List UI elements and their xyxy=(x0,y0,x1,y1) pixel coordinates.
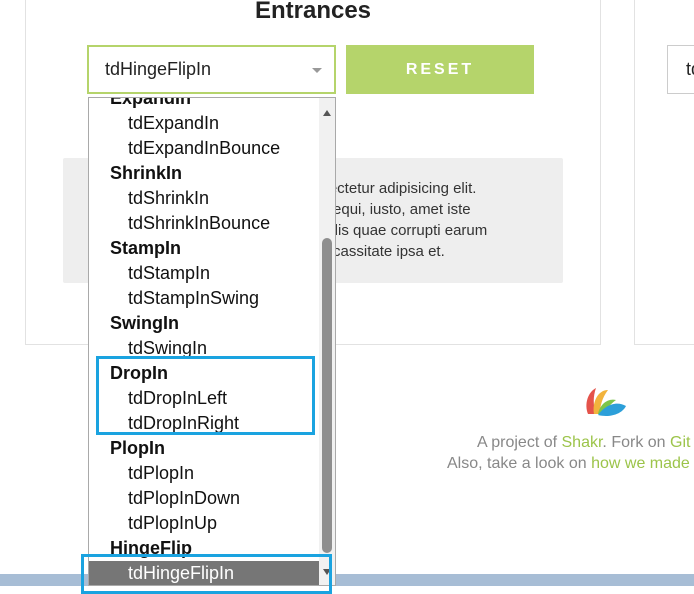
dropdown-group-label: SwingIn xyxy=(110,313,179,333)
dropdown-option[interactable]: tdDropInRight xyxy=(89,411,321,436)
dropdown-option[interactable]: tdPlopIn xyxy=(89,461,321,486)
dropdown-option[interactable]: tdPlopInDown xyxy=(89,486,321,511)
dropdown-option[interactable]: tdStampIn xyxy=(89,261,321,286)
scroll-down-arrow-icon[interactable] xyxy=(323,569,331,575)
dropdown-option[interactable]: tdShrinkInBounce xyxy=(89,211,321,236)
github-link[interactable]: Git xyxy=(670,434,690,451)
dropdown-options: ExpandIn tdExpandIn tdExpandInBounce Shrink… xyxy=(89,97,321,585)
dropdown-option[interactable]: tdDropInLeft xyxy=(89,386,321,411)
shakr-link[interactable]: Shakr xyxy=(562,434,603,451)
reset-button[interactable]: RESET xyxy=(346,45,534,94)
footer-credit-line: A project of Shakr. Fork on Git xyxy=(477,434,691,451)
scroll-thumb[interactable] xyxy=(322,238,332,553)
shakr-logo-icon[interactable] xyxy=(582,384,628,420)
dropdown-option[interactable]: tdExpandIn xyxy=(89,111,321,136)
scroll-up-arrow-icon[interactable] xyxy=(323,110,331,116)
dropdown-option[interactable]: tdHingeFlipIn xyxy=(89,561,321,585)
dropdown-option[interactable]: tdStampInSwing xyxy=(89,286,321,311)
how-we-made-link[interactable]: how we made xyxy=(591,455,690,472)
footer-howto-line: Also, take a look on how we made xyxy=(447,455,690,472)
dropdown-option[interactable]: tdShrinkIn xyxy=(89,186,321,211)
dropdown-group-label: HingeFlip xyxy=(110,538,192,558)
dropdown-group-label: PlopIn xyxy=(110,438,165,458)
dropdown-group-label: ExpandIn xyxy=(110,97,192,108)
animation-dropdown-list[interactable]: ExpandIn tdExpandIn tdExpandInBounce Shrink… xyxy=(88,97,336,586)
chevron-down-icon xyxy=(312,68,322,73)
animation-select[interactable]: tdHingeFlipIn xyxy=(87,45,336,94)
animation-select-value: tdHingeFlipIn xyxy=(105,59,212,79)
dropdown-group-label: DropIn xyxy=(110,363,168,383)
dropdown-group-label: ShrinkIn xyxy=(110,163,183,183)
section-title: Entrances xyxy=(254,0,372,24)
dropdown-group-label: StampIn xyxy=(110,238,182,258)
dropdown-scrollbar[interactable] xyxy=(319,98,335,585)
dropdown-option[interactable]: tdSwingIn xyxy=(89,336,321,361)
adjacent-select[interactable]: td xyxy=(667,45,694,94)
dropdown-option[interactable]: tdExpandInBounce xyxy=(89,136,321,161)
dropdown-option[interactable]: tdPlopInUp xyxy=(89,511,321,536)
preview-text: nsectetur adipisicing elit. n sequi, ius… xyxy=(313,180,488,260)
